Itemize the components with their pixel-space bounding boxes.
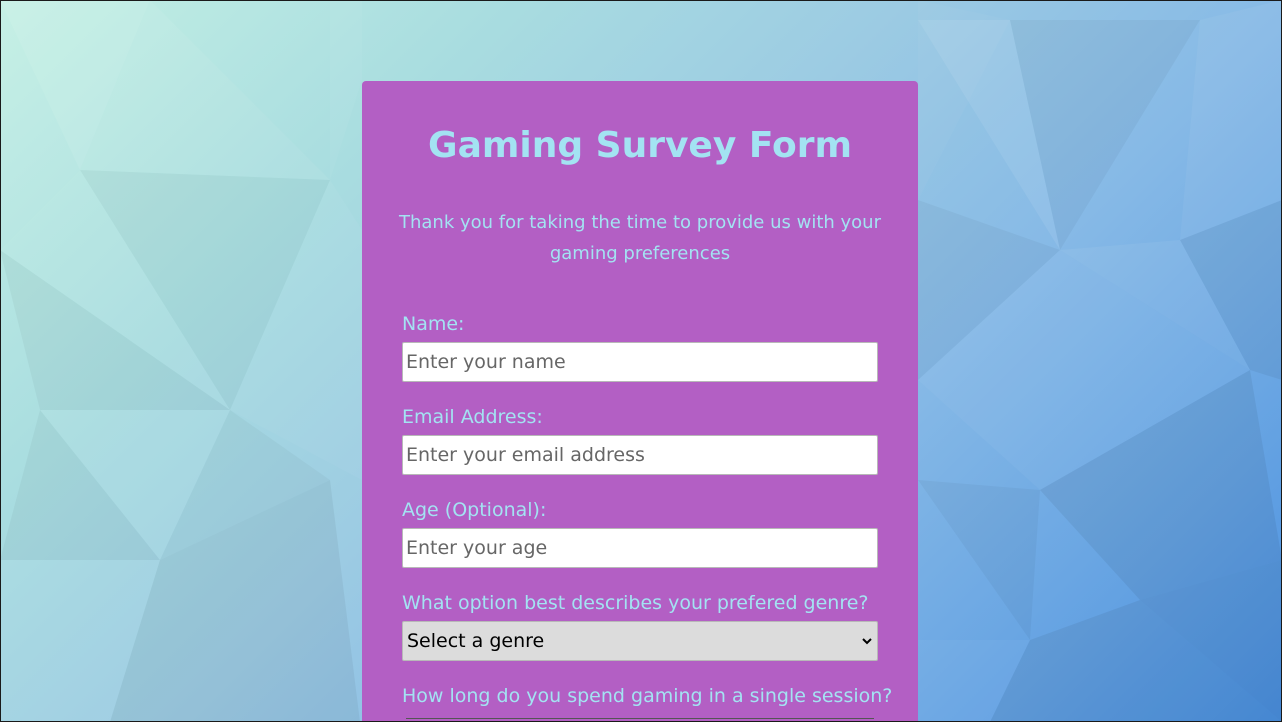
age-label: Age (Optional): [402, 499, 547, 521]
session-length-label: How long do you spend gaming in a single… [402, 685, 893, 707]
email-label: Email Address: [402, 406, 543, 428]
session-length-field[interactable] [406, 718, 874, 722]
form-description: Thank you for taking the time to provide… [399, 212, 881, 264]
chevron-down-icon [862, 638, 872, 645]
form-title: Gaming Survey Form [428, 125, 852, 166]
survey-form-card: Gaming Survey Form Thank you for taking … [362, 81, 918, 722]
genre-label: What option best describes your prefered… [402, 592, 869, 614]
name-label: Name: [402, 313, 465, 335]
email-input[interactable] [402, 435, 878, 475]
age-input[interactable] [402, 528, 878, 568]
name-input[interactable] [402, 342, 878, 382]
genre-select-value: Select a genre [407, 630, 545, 652]
genre-select[interactable]: Select a genre [402, 621, 878, 661]
